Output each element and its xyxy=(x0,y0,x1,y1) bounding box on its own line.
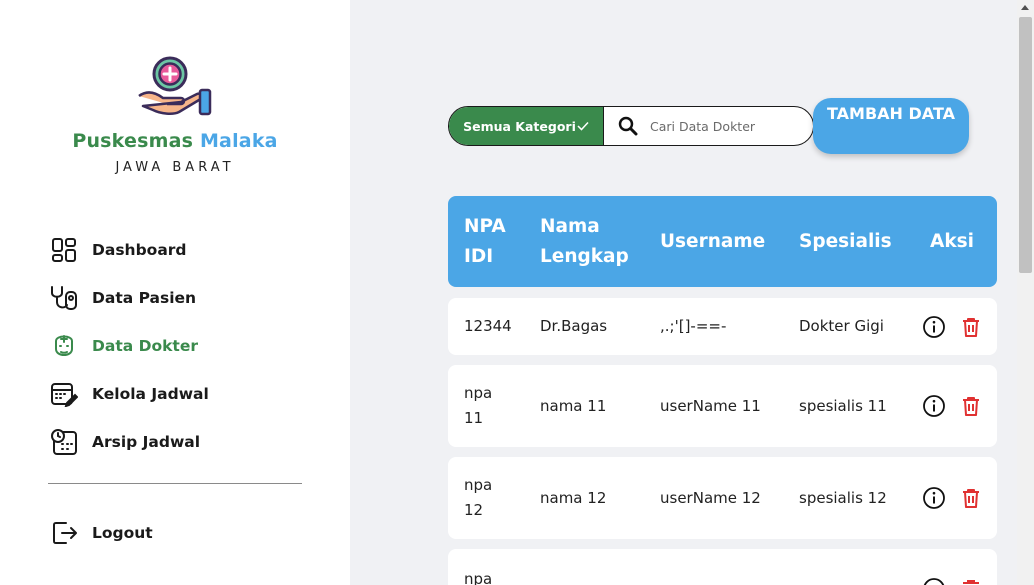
cell-spesialis: spesialis 11 xyxy=(799,396,887,415)
delete-icon[interactable] xyxy=(959,486,983,510)
delete-icon[interactable] xyxy=(959,394,983,418)
brand-region: JAWA BARAT xyxy=(115,160,235,175)
scrollbar-thumb[interactable] xyxy=(1019,17,1032,273)
category-select-label: Semua Kategori xyxy=(463,118,576,134)
column-header-nama: Nama Lengkap xyxy=(540,215,629,267)
dashboard-icon xyxy=(48,234,80,266)
cell-spesialis: Dokter Gigi xyxy=(799,317,884,335)
sidebar-item-kelola-jadwal[interactable]: Kelola Jadwal xyxy=(48,370,308,418)
table-row: npa 11 nama 11 userName 11 spesialis 11 xyxy=(448,365,997,447)
category-select[interactable]: Semua Kategori xyxy=(449,107,604,145)
cell-npa: npa 12 xyxy=(464,476,493,519)
info-icon[interactable] xyxy=(922,315,946,339)
sidebar-item-label: Arsip Jadwal xyxy=(92,433,201,451)
checkmark-icon xyxy=(577,121,589,131)
sidebar-nav: Dashboard Data Pasien Data Dokter Kelola… xyxy=(48,226,308,466)
logout-icon xyxy=(48,517,80,549)
sidebar-item-label: Dashboard xyxy=(92,241,187,259)
doctor-icon xyxy=(48,330,80,362)
sidebar-divider xyxy=(48,483,302,484)
column-header-spesialis: Spesialis xyxy=(799,230,892,252)
sidebar-item-dashboard[interactable]: Dashboard xyxy=(48,226,308,274)
logout-label: Logout xyxy=(92,524,153,542)
stethoscope-icon xyxy=(48,282,80,314)
search-box xyxy=(604,107,813,145)
info-icon[interactable] xyxy=(922,486,946,510)
search-icon xyxy=(618,116,638,136)
sidebar-item-label: Kelola Jadwal xyxy=(92,385,209,403)
cell-nama: nama 12 xyxy=(540,488,607,507)
sidebar-item-data-pasien[interactable]: Data Pasien xyxy=(48,274,308,322)
sidebar: Puskesmas Malaka JAWA BARAT Dashboard Da… xyxy=(0,0,350,585)
table-row: 12344 Dr.Bagas ,.;'[]-==- Dokter Gigi xyxy=(448,298,997,355)
sidebar-item-label: Data Dokter xyxy=(92,337,198,355)
schedule-archive-icon xyxy=(48,426,80,458)
sidebar-item-label: Data Pasien xyxy=(92,289,197,307)
search-input[interactable] xyxy=(650,118,800,134)
cell-nama: nama 11 xyxy=(540,396,607,415)
add-data-button[interactable]: TAMBAH DATA xyxy=(813,98,969,154)
delete-icon[interactable] xyxy=(959,315,983,339)
cell-spesialis: spesialis 12 xyxy=(799,488,887,507)
cell-username: ,.;'[]-==- xyxy=(660,317,727,335)
column-header-username: Username xyxy=(660,230,766,252)
cell-npa: npa 11 xyxy=(464,384,493,427)
sidebar-item-data-dokter[interactable]: Data Dokter xyxy=(48,322,308,370)
healthcare-hand-logo-icon xyxy=(138,56,212,116)
calendar-edit-icon xyxy=(48,378,80,410)
brand-name-part1: Puskesmas xyxy=(72,130,194,152)
info-icon[interactable] xyxy=(922,394,946,418)
cell-npa: npa xyxy=(464,570,493,585)
cell-npa: 12344 xyxy=(464,317,512,335)
table-row: npa 12 nama 12 userName 12 spesialis 12 xyxy=(448,457,997,539)
table-row: npa xyxy=(448,549,997,585)
delete-icon[interactable] xyxy=(959,577,983,585)
column-header-aksi: Aksi xyxy=(930,230,974,252)
logout-button[interactable]: Logout xyxy=(48,509,248,557)
filter-search-bar: Semua Kategori xyxy=(448,106,814,146)
scroll-up-arrow-icon[interactable] xyxy=(1021,5,1029,10)
cell-username: userName 11 xyxy=(660,396,761,415)
cell-username: userName 12 xyxy=(660,488,761,507)
brand-name-part2: Malaka xyxy=(199,130,278,152)
page-scrollbar[interactable] xyxy=(1017,0,1034,585)
cell-nama: Dr.Bagas xyxy=(540,317,608,335)
sidebar-item-arsip-jadwal[interactable]: Arsip Jadwal xyxy=(48,418,308,466)
table-header: NPA IDI Nama Lengkap Username Spesialis … xyxy=(448,196,997,287)
brand-name: Puskesmas Malaka xyxy=(0,130,350,152)
info-icon[interactable] xyxy=(922,577,946,585)
column-header-npa: NPA IDI xyxy=(464,215,506,267)
